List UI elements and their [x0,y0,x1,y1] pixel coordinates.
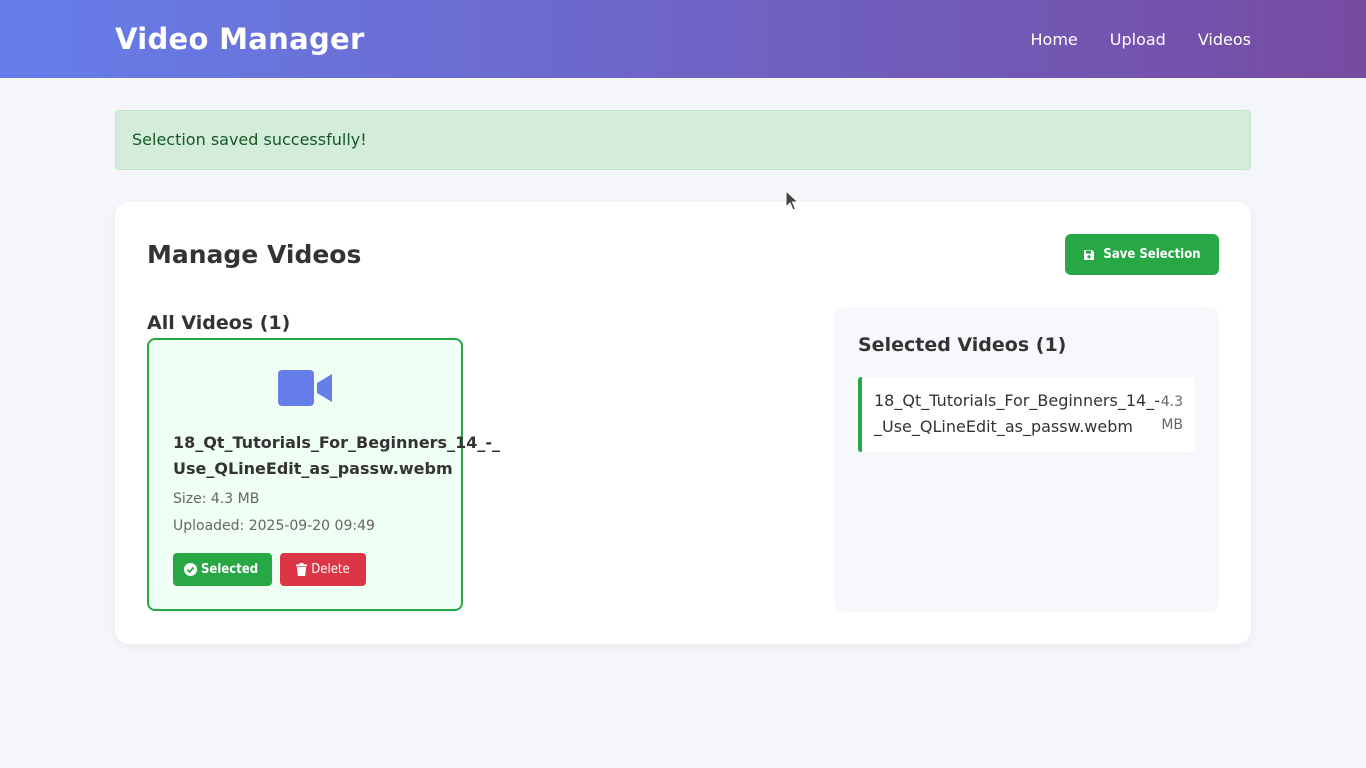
video-upload-date: Uploaded: 2025-09-20 09:49 [173,518,375,534]
success-alert: Selection saved successfully! [115,110,1251,170]
selected-label: Selected [201,562,259,577]
video-actions: Selected Delete [173,553,366,586]
check-circle-icon [184,563,197,576]
delete-label: Delete [311,562,350,577]
video-card[interactable]: 18_Qt_Tutorials_For_Beginners_14_-_Use_Q… [147,338,500,611]
selected-videos-heading: Selected Videos (1) [858,334,1067,356]
selected-toggle-button[interactable]: Selected [173,553,272,586]
main-nav: Home Upload Videos [999,30,1251,49]
trash-icon [296,563,308,576]
nav-upload-link[interactable]: Upload [1110,30,1166,49]
floppy-disk-icon [1084,249,1095,260]
app-title[interactable]: Video Manager [115,22,365,56]
selected-videos-panel: Selected Videos (1) 18_Qt_Tutorials_For_… [834,307,1219,612]
selected-video-filename: 18_Qt_Tutorials_For_Beginners_14_-_Use_Q… [874,391,1160,436]
delete-button[interactable]: Delete [280,553,366,586]
alert-message: Selection saved successfully! [132,130,367,149]
save-selection-label: Save Selection [1103,247,1201,262]
top-navbar: Video Manager Home Upload Videos [0,0,1366,78]
selected-video-size: 4.3 MB [1160,394,1183,433]
video-size: Size: 4.3 MB [173,491,260,507]
selected-video-item[interactable]: 18_Qt_Tutorials_For_Beginners_14_-_Use_Q… [858,377,1195,452]
save-selection-button[interactable]: Save Selection [1065,234,1219,275]
all-videos-heading: All Videos (1) [147,312,291,334]
nav-videos-link[interactable]: Videos [1198,30,1251,49]
mouse-cursor-icon [785,190,799,211]
page-title: Manage Videos [147,240,362,269]
video-filename: 18_Qt_Tutorials_For_Beginners_14_-_Use_Q… [173,433,500,478]
video-camera-icon [278,370,332,406]
manage-videos-card: Manage Videos Save Selection All Videos … [115,202,1251,644]
nav-home-link[interactable]: Home [1031,30,1078,49]
